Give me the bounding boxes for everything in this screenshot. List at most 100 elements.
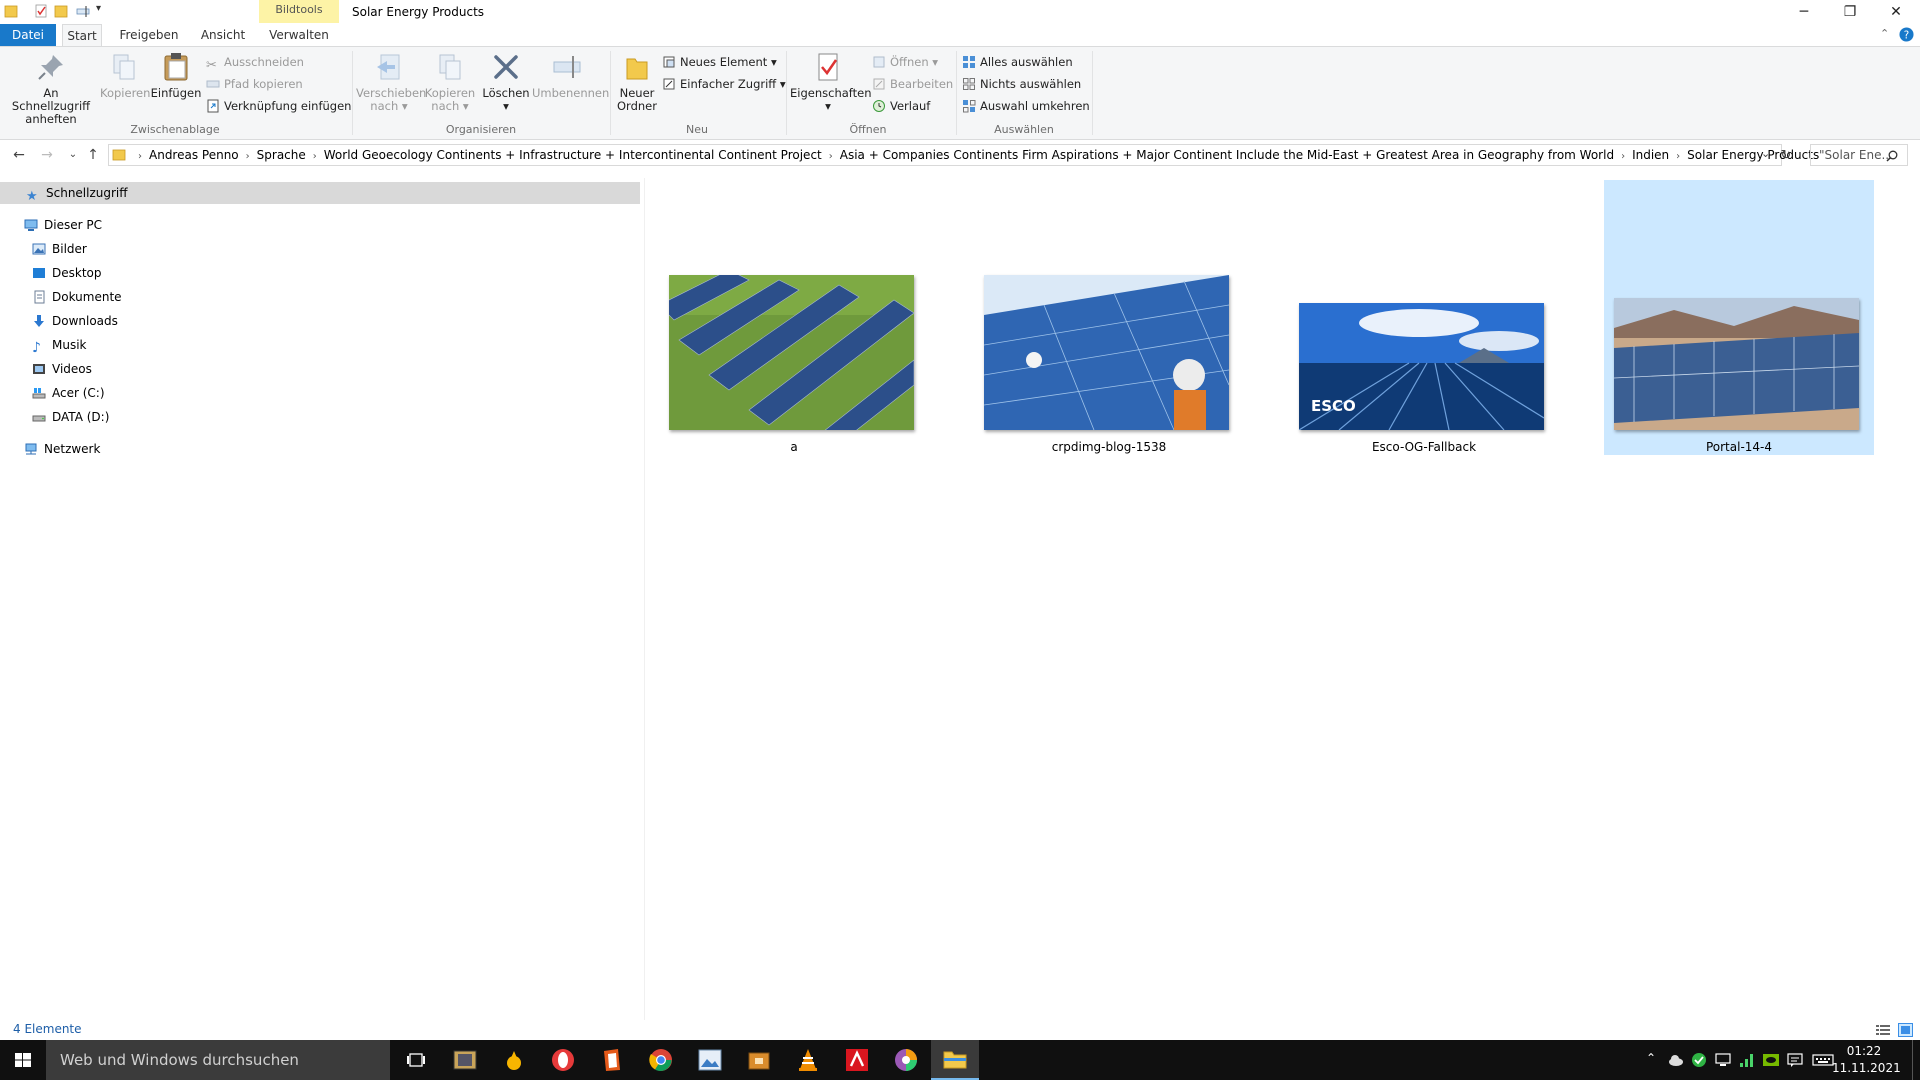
- taskbar-clock[interactable]: 01:22 11.11.2021: [1832, 1043, 1901, 1077]
- file-item[interactable]: Portal-14-4: [1604, 180, 1874, 455]
- tray-network-icon[interactable]: [1714, 1051, 1732, 1069]
- delete-button[interactable]: Löschen ▾: [480, 51, 532, 113]
- music-note-icon: ♪: [32, 340, 41, 356]
- paste-button[interactable]: Einfügen: [150, 51, 202, 100]
- file-explorer-taskbar-icon[interactable]: [931, 1040, 979, 1080]
- pin-quick-access-button[interactable]: An Schnellzugriff anheften: [6, 51, 96, 126]
- tray-overflow-chevron-icon[interactable]: ⌃: [1646, 1051, 1656, 1065]
- refresh-icon[interactable]: ↻: [1778, 147, 1794, 165]
- address-bar[interactable]: › Andreas Penno › Sprache › World Geoecology …: [108, 144, 1819, 167]
- edit-button[interactable]: Bearbeiten: [872, 75, 953, 93]
- new-folder-quick-icon[interactable]: [54, 4, 68, 18]
- folder-icon[interactable]: [4, 4, 18, 18]
- address-dropdown-icon[interactable]: ⌄: [1761, 147, 1770, 160]
- tray-signal-icon[interactable]: [1738, 1051, 1756, 1069]
- office-app-icon[interactable]: [588, 1040, 636, 1080]
- breadcrumb-chevron-icon[interactable]: ›: [1621, 147, 1625, 167]
- breadcrumb-item[interactable]: World Geoecology Continents + Infrastruc…: [324, 148, 822, 162]
- history-button[interactable]: Verlauf: [872, 97, 930, 115]
- ribbon-collapse-icon[interactable]: ⌃: [1880, 27, 1889, 40]
- file-item[interactable]: ESCO Esco-OG-Fallback: [1289, 180, 1559, 455]
- new-folder-button[interactable]: Neuer Ordner: [614, 51, 660, 113]
- paste-shortcut-button[interactable]: Verknüpfung einfügen: [206, 97, 351, 115]
- image-viewer-app-icon[interactable]: [686, 1040, 734, 1080]
- breadcrumb-chevron-icon[interactable]: ›: [1676, 147, 1680, 167]
- antivirus-app-icon[interactable]: [833, 1040, 881, 1080]
- nav-bilder[interactable]: Bilder: [32, 238, 87, 260]
- nav-dokumente[interactable]: Dokumente: [32, 286, 122, 308]
- nav-downloads[interactable]: Downloads: [32, 310, 118, 332]
- breadcrumb-chevron-icon[interactable]: ›: [246, 147, 250, 167]
- close-button[interactable]: ✕: [1873, 0, 1919, 24]
- nav-drive-d[interactable]: DATA (D:): [32, 406, 109, 428]
- tray-nvidia-icon[interactable]: [1762, 1051, 1780, 1069]
- breadcrumb-chevron-icon[interactable]: ›: [138, 147, 142, 167]
- chrome-browser-icon[interactable]: [637, 1040, 685, 1080]
- properties-quick-icon[interactable]: [34, 4, 48, 18]
- file-item[interactable]: crpdimg-blog-1538: [974, 180, 1244, 455]
- tab-start[interactable]: Start: [62, 24, 102, 46]
- task-view-icon[interactable]: [392, 1040, 440, 1080]
- copy-path-button[interactable]: Pfad kopieren: [206, 75, 303, 93]
- select-all-button[interactable]: Alles auswählen: [962, 53, 1073, 71]
- breadcrumb-item[interactable]: Sprache: [257, 148, 306, 162]
- nav-drive-c[interactable]: Acer (C:): [32, 382, 105, 404]
- windows-start-icon[interactable]: [0, 1040, 46, 1080]
- nav-this-pc[interactable]: Dieser PC: [24, 214, 102, 236]
- opera-browser-icon[interactable]: [539, 1040, 587, 1080]
- large-icons-view-icon[interactable]: [1898, 1023, 1913, 1037]
- new-item-button[interactable]: Neues Element ▾: [662, 53, 777, 71]
- invert-selection-button[interactable]: Auswahl umkehren: [962, 97, 1090, 115]
- file-item[interactable]: a: [659, 180, 929, 455]
- utility-app-icon[interactable]: [490, 1040, 538, 1080]
- search-icon[interactable]: [1886, 150, 1898, 162]
- tray-cloud-icon[interactable]: [1667, 1051, 1685, 1069]
- select-none-button[interactable]: Nichts auswählen: [962, 75, 1081, 93]
- nav-desktop[interactable]: Desktop: [32, 262, 102, 284]
- tab-datei[interactable]: Datei: [0, 24, 56, 46]
- breadcrumb-item[interactable]: Indien: [1632, 148, 1669, 162]
- easy-access-button[interactable]: Einfacher Zugriff ▾: [662, 75, 786, 93]
- restore-button[interactable]: ❐: [1827, 0, 1873, 24]
- help-icon[interactable]: ?: [1899, 27, 1914, 42]
- delete-x-icon: [494, 55, 518, 79]
- qat-dropdown-icon[interactable]: ▾: [96, 3, 101, 14]
- back-arrow-icon[interactable]: ←: [10, 146, 28, 164]
- up-arrow-icon[interactable]: ↑: [84, 146, 102, 164]
- rename-button[interactable]: Umbenennen: [532, 51, 609, 100]
- recent-locations-icon[interactable]: ⌄: [64, 146, 82, 164]
- move-to-button[interactable]: Verschieben nach ▾: [356, 51, 426, 113]
- breadcrumb-chevron-icon[interactable]: ›: [829, 147, 833, 167]
- forward-arrow-icon[interactable]: →: [38, 146, 56, 164]
- nav-musik[interactable]: ♪ Musik: [32, 334, 87, 356]
- show-desktop-button[interactable]: [1912, 1040, 1920, 1080]
- vlc-player-icon[interactable]: [784, 1040, 832, 1080]
- copy-button[interactable]: Kopieren: [100, 51, 150, 100]
- tab-ansicht[interactable]: Ansicht: [196, 24, 250, 46]
- clock-date: 11.11.2021: [1832, 1061, 1901, 1075]
- breadcrumb-item[interactable]: Andreas Penno: [149, 148, 239, 162]
- photo-gallery-app-icon[interactable]: [441, 1040, 489, 1080]
- open-button[interactable]: Öffnen ▾: [872, 53, 938, 71]
- cut-button[interactable]: ✂ Ausschneiden: [206, 53, 304, 73]
- copy-path-label: Pfad kopieren: [224, 77, 303, 91]
- taskbar-search-input[interactable]: Web und Windows durchsuchen: [46, 1040, 390, 1080]
- tab-verwalten[interactable]: Verwalten: [262, 24, 336, 46]
- breadcrumb-item[interactable]: Solar Energy Products: [1687, 148, 1819, 162]
- tab-freigeben[interactable]: Freigeben: [116, 24, 182, 46]
- nav-videos[interactable]: Videos: [32, 358, 92, 380]
- details-view-icon[interactable]: [1876, 1024, 1890, 1036]
- breadcrumb-item[interactable]: Asia + Companies Continents Firm Aspirat…: [840, 148, 1614, 162]
- minimize-button[interactable]: ─: [1781, 0, 1827, 24]
- tray-keyboard-icon[interactable]: [1812, 1051, 1834, 1069]
- tray-notification-icon[interactable]: [1786, 1051, 1804, 1069]
- breadcrumb-chevron-icon[interactable]: ›: [313, 147, 317, 167]
- properties-button[interactable]: Eigenschaften ▾: [790, 51, 872, 113]
- nav-network[interactable]: Netzwerk: [24, 438, 100, 460]
- nav-quick-access[interactable]: ★ Schnellzugriff: [0, 182, 640, 204]
- color-app-icon[interactable]: [882, 1040, 930, 1080]
- copy-to-button[interactable]: Kopieren nach ▾: [424, 51, 476, 113]
- tray-security-icon[interactable]: [1690, 1051, 1708, 1069]
- rename-quick-icon[interactable]: [76, 4, 90, 18]
- package-app-icon[interactable]: [735, 1040, 783, 1080]
